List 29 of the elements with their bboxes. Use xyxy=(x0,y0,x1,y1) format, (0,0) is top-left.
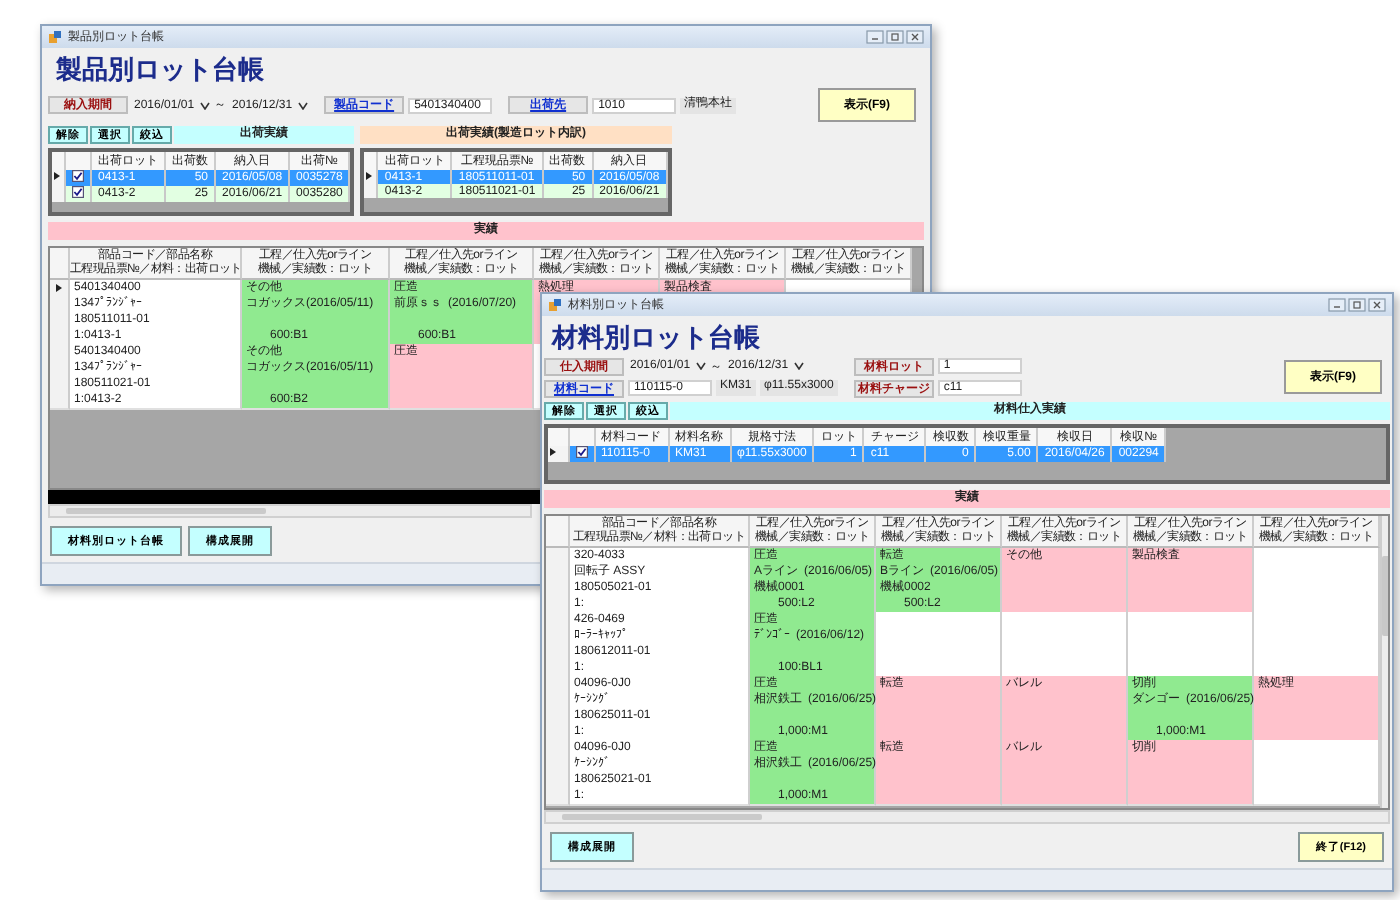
checkbox[interactable] xyxy=(72,186,84,198)
horizontal-scrollbar[interactable] xyxy=(544,810,1390,824)
header-corner xyxy=(364,152,378,170)
header-corner xyxy=(50,248,70,280)
chevron-down-icon[interactable] xyxy=(696,362,707,370)
header-corner xyxy=(546,516,570,548)
checkbox[interactable] xyxy=(72,170,84,182)
checkbox[interactable] xyxy=(575,446,587,458)
close-icon[interactable] xyxy=(1368,298,1386,312)
page-heading: 材料別ロット台帳 xyxy=(549,320,762,356)
row-pointer-icon xyxy=(56,284,62,292)
maximize-icon[interactable] xyxy=(886,30,904,44)
horizontal-scrollbar[interactable] xyxy=(48,504,532,518)
header-corner xyxy=(548,428,568,446)
chevron-down-icon[interactable] xyxy=(298,101,309,109)
close-icon[interactable] xyxy=(906,30,924,44)
app-icon xyxy=(548,298,562,312)
maximize-icon[interactable] xyxy=(1348,298,1366,312)
chevron-down-icon[interactable] xyxy=(794,362,805,370)
row-pointer-icon xyxy=(54,172,60,180)
row-pointer-icon xyxy=(366,171,373,179)
vertical-scrollbar[interactable] xyxy=(1380,516,1388,808)
header-corner xyxy=(568,428,594,446)
page-heading: 製品別ロット台帳 xyxy=(54,52,266,88)
chevron-down-icon[interactable] xyxy=(200,101,211,109)
minimize-icon[interactable] xyxy=(1328,298,1346,312)
app-icon xyxy=(48,30,62,44)
minimize-icon[interactable] xyxy=(866,30,884,44)
row-pointer-icon xyxy=(550,448,556,456)
